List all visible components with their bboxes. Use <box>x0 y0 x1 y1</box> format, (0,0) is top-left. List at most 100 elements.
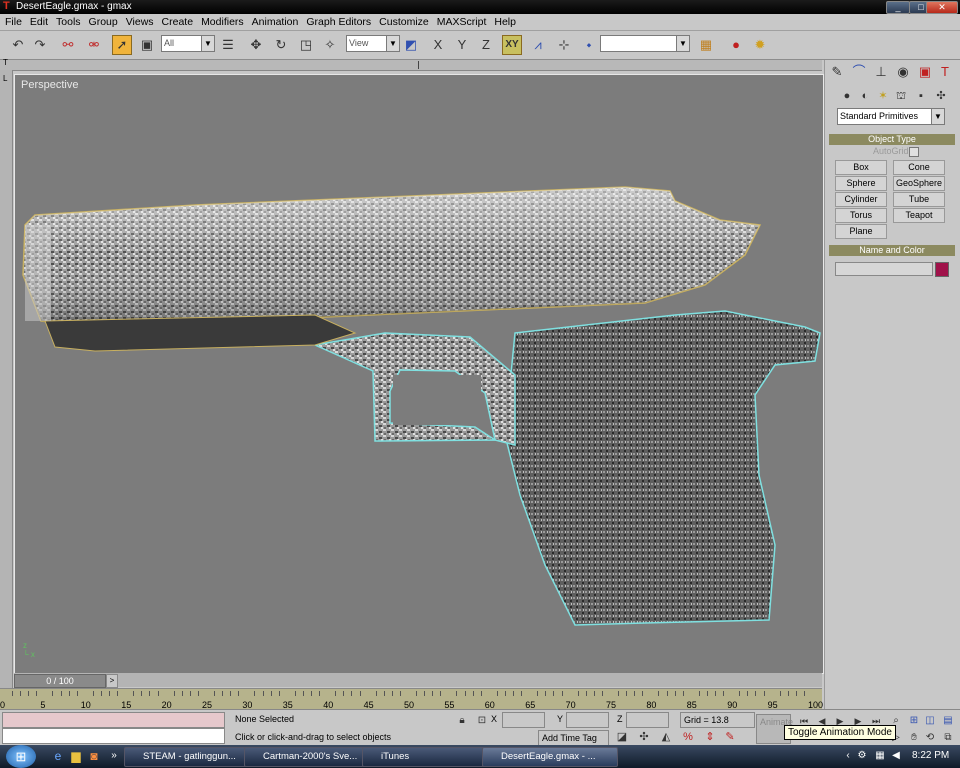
array-icon[interactable]: ⊹ <box>554 35 574 55</box>
align-icon[interactable]: ⬩ <box>579 35 599 55</box>
percent-snap-icon[interactable]: % <box>678 727 698 747</box>
track-bar[interactable]: 0 5 10 15 20 25 30 35 40 45 50 55 60 65 70 75 80 85 90 95 10… <box>0 688 823 710</box>
cylinder-button[interactable]: Cylinder <box>835 192 887 207</box>
utilities-tab-icon[interactable]: T <box>935 62 955 82</box>
redo-icon[interactable]: ↷ <box>30 35 50 55</box>
select-object-icon[interactable]: ➚ <box>112 35 132 55</box>
category-dropdown[interactable]: Standard Primitives ▼ <box>837 108 945 125</box>
shapes-icon[interactable]: ◐ <box>855 86 875 106</box>
steam-tray-icon[interactable]: ⚙ <box>852 746 872 766</box>
geosphere-button[interactable]: GeoSphere <box>893 176 945 191</box>
menu-help[interactable]: Help <box>491 14 519 30</box>
object-color-swatch[interactable] <box>935 262 949 277</box>
time-slider-knob[interactable]: 0 / 100 <box>14 674 106 688</box>
menu-views[interactable]: Views <box>123 14 157 30</box>
selection-filter-dropdown[interactable]: All ▼ <box>161 35 215 52</box>
angle-snap-icon[interactable]: ◭ <box>656 727 676 747</box>
mirror-icon[interactable]: ⩘ <box>528 35 548 55</box>
maxscript-listener-input[interactable] <box>2 712 225 728</box>
quick-launch-icon[interactable]: ◙ <box>84 746 104 766</box>
menu-customize[interactable]: Customize <box>376 14 432 30</box>
scale-icon[interactable]: ◳ <box>296 35 316 55</box>
teapot-button[interactable]: Teapot <box>893 208 945 223</box>
trackbar-minor-tick <box>149 691 151 696</box>
region-select-icon[interactable]: ▣ <box>137 35 157 55</box>
reference-coord-dropdown[interactable]: View ▼ <box>346 35 400 52</box>
y-coord-input[interactable] <box>566 712 609 728</box>
select-and-link-icon[interactable]: ⚯ <box>58 35 78 55</box>
helpers-icon[interactable]: ▪ <box>911 86 931 106</box>
x-coord-input[interactable] <box>502 712 545 728</box>
restrict-xy-button[interactable]: XY <box>502 35 522 55</box>
space-warps-icon[interactable]: ✣ <box>931 86 951 106</box>
undo-icon[interactable]: ↶ <box>8 35 28 55</box>
object-type-header-label: Object Type <box>868 134 916 144</box>
move-icon[interactable]: ✥ <box>246 35 266 55</box>
menu-create[interactable]: Create <box>159 14 197 30</box>
start-button[interactable]: ⊞ <box>6 745 36 768</box>
manipulate-icon[interactable]: ✧ <box>320 35 340 55</box>
tube-button[interactable]: Tube <box>893 192 945 207</box>
pivot-center-icon[interactable]: ◩ <box>401 35 421 55</box>
plane-button[interactable]: Plane <box>835 224 887 239</box>
menu-graph-editors[interactable]: Graph Editors <box>303 14 374 30</box>
select-by-name-icon[interactable]: ☰ <box>218 35 238 55</box>
cone-button[interactable]: Cone <box>893 160 945 175</box>
render-icon[interactable]: ✹ <box>750 35 770 55</box>
restrict-x-button[interactable]: X <box>428 35 448 55</box>
folder-icon[interactable]: ▆ <box>66 746 86 766</box>
quick-launch-expand-icon[interactable]: » <box>104 746 124 766</box>
hierarchy-tab-icon[interactable]: ⊥ <box>871 62 891 82</box>
menu-tools[interactable]: Tools <box>53 14 84 30</box>
menu-edit[interactable]: Edit <box>27 14 51 30</box>
perspective-viewport[interactable]: Perspective z └ x <box>14 74 824 674</box>
rotate-icon[interactable]: ↻ <box>271 35 291 55</box>
selection-lock-icon[interactable]: 🔒︎ <box>452 711 472 731</box>
cameras-icon[interactable]: ⛫ <box>891 86 911 106</box>
object-name-input[interactable] <box>835 262 933 276</box>
restrict-y-button[interactable]: Y <box>452 35 472 55</box>
add-time-tag-button[interactable]: Add Time Tag <box>538 730 609 746</box>
taskbar-item-itunes[interactable]: iTunes <box>362 747 492 767</box>
torus-button[interactable]: Torus <box>835 208 887 223</box>
time-slider[interactable]: 0 / 100 > <box>14 673 822 688</box>
name-and-color-rollout-header[interactable]: Name and Color <box>829 245 955 256</box>
spinner-snap-icon[interactable]: ⇕ <box>700 727 720 747</box>
maxscript-output[interactable] <box>2 728 225 744</box>
layer-manager-icon[interactable]: ▦ <box>696 35 716 55</box>
menu-maxscript[interactable]: MAXScript <box>434 14 490 30</box>
box-button[interactable]: Box <box>835 160 887 175</box>
sphere-button[interactable]: Sphere <box>835 176 887 191</box>
display-tab-icon[interactable]: ▣ <box>915 62 935 82</box>
z-coord-input[interactable] <box>626 712 669 728</box>
menu-animation[interactable]: Animation <box>249 14 302 30</box>
system-clock[interactable]: 8:22 PM <box>912 750 949 761</box>
next-frame-arrow-icon[interactable]: > <box>106 674 118 688</box>
menu-modifiers[interactable]: Modifiers <box>198 14 247 30</box>
internet-explorer-icon[interactable]: e <box>48 746 68 766</box>
autogrid-checkbox[interactable] <box>909 147 919 157</box>
snap-toggle-icon[interactable]: ✣ <box>634 727 654 747</box>
minimize-button[interactable]: _ <box>886 1 910 14</box>
edit-named-selections-icon[interactable]: ✎ <box>720 727 740 747</box>
trackbar-minor-tick <box>181 691 183 696</box>
unlink-icon[interactable]: ⚮ <box>84 35 104 55</box>
taskbar-item-steam[interactable]: STEAM - gatlinggun... <box>124 747 254 767</box>
object-type-rollout-header[interactable]: Object Type <box>829 134 955 145</box>
modify-tab-icon[interactable]: ⌒ <box>849 62 869 82</box>
desert-eagle-model[interactable] <box>15 75 823 673</box>
menu-file[interactable]: File <box>2 14 25 30</box>
volume-tray-icon[interactable]: ◀ <box>886 746 906 766</box>
taskbar-item-browser[interactable]: Cartman-2000's Sve... <box>244 747 374 767</box>
isolate-selection-icon[interactable]: ◪ <box>612 727 632 747</box>
named-selection-dropdown[interactable]: ▼ <box>600 35 690 52</box>
taskbar-item-gmax[interactable]: DesertEagle.gmax - ... <box>482 747 618 767</box>
geometry-icon[interactable]: ● <box>837 86 857 106</box>
material-editor-icon[interactable]: ● <box>726 35 746 55</box>
restrict-z-button[interactable]: Z <box>476 35 496 55</box>
lights-icon[interactable]: ✶ <box>873 86 893 106</box>
create-tab-icon[interactable]: ✎ <box>827 62 847 82</box>
motion-tab-icon[interactable]: ◉ <box>893 62 913 82</box>
menu-group[interactable]: Group <box>86 14 121 30</box>
close-button[interactable]: ✕ <box>926 1 958 14</box>
